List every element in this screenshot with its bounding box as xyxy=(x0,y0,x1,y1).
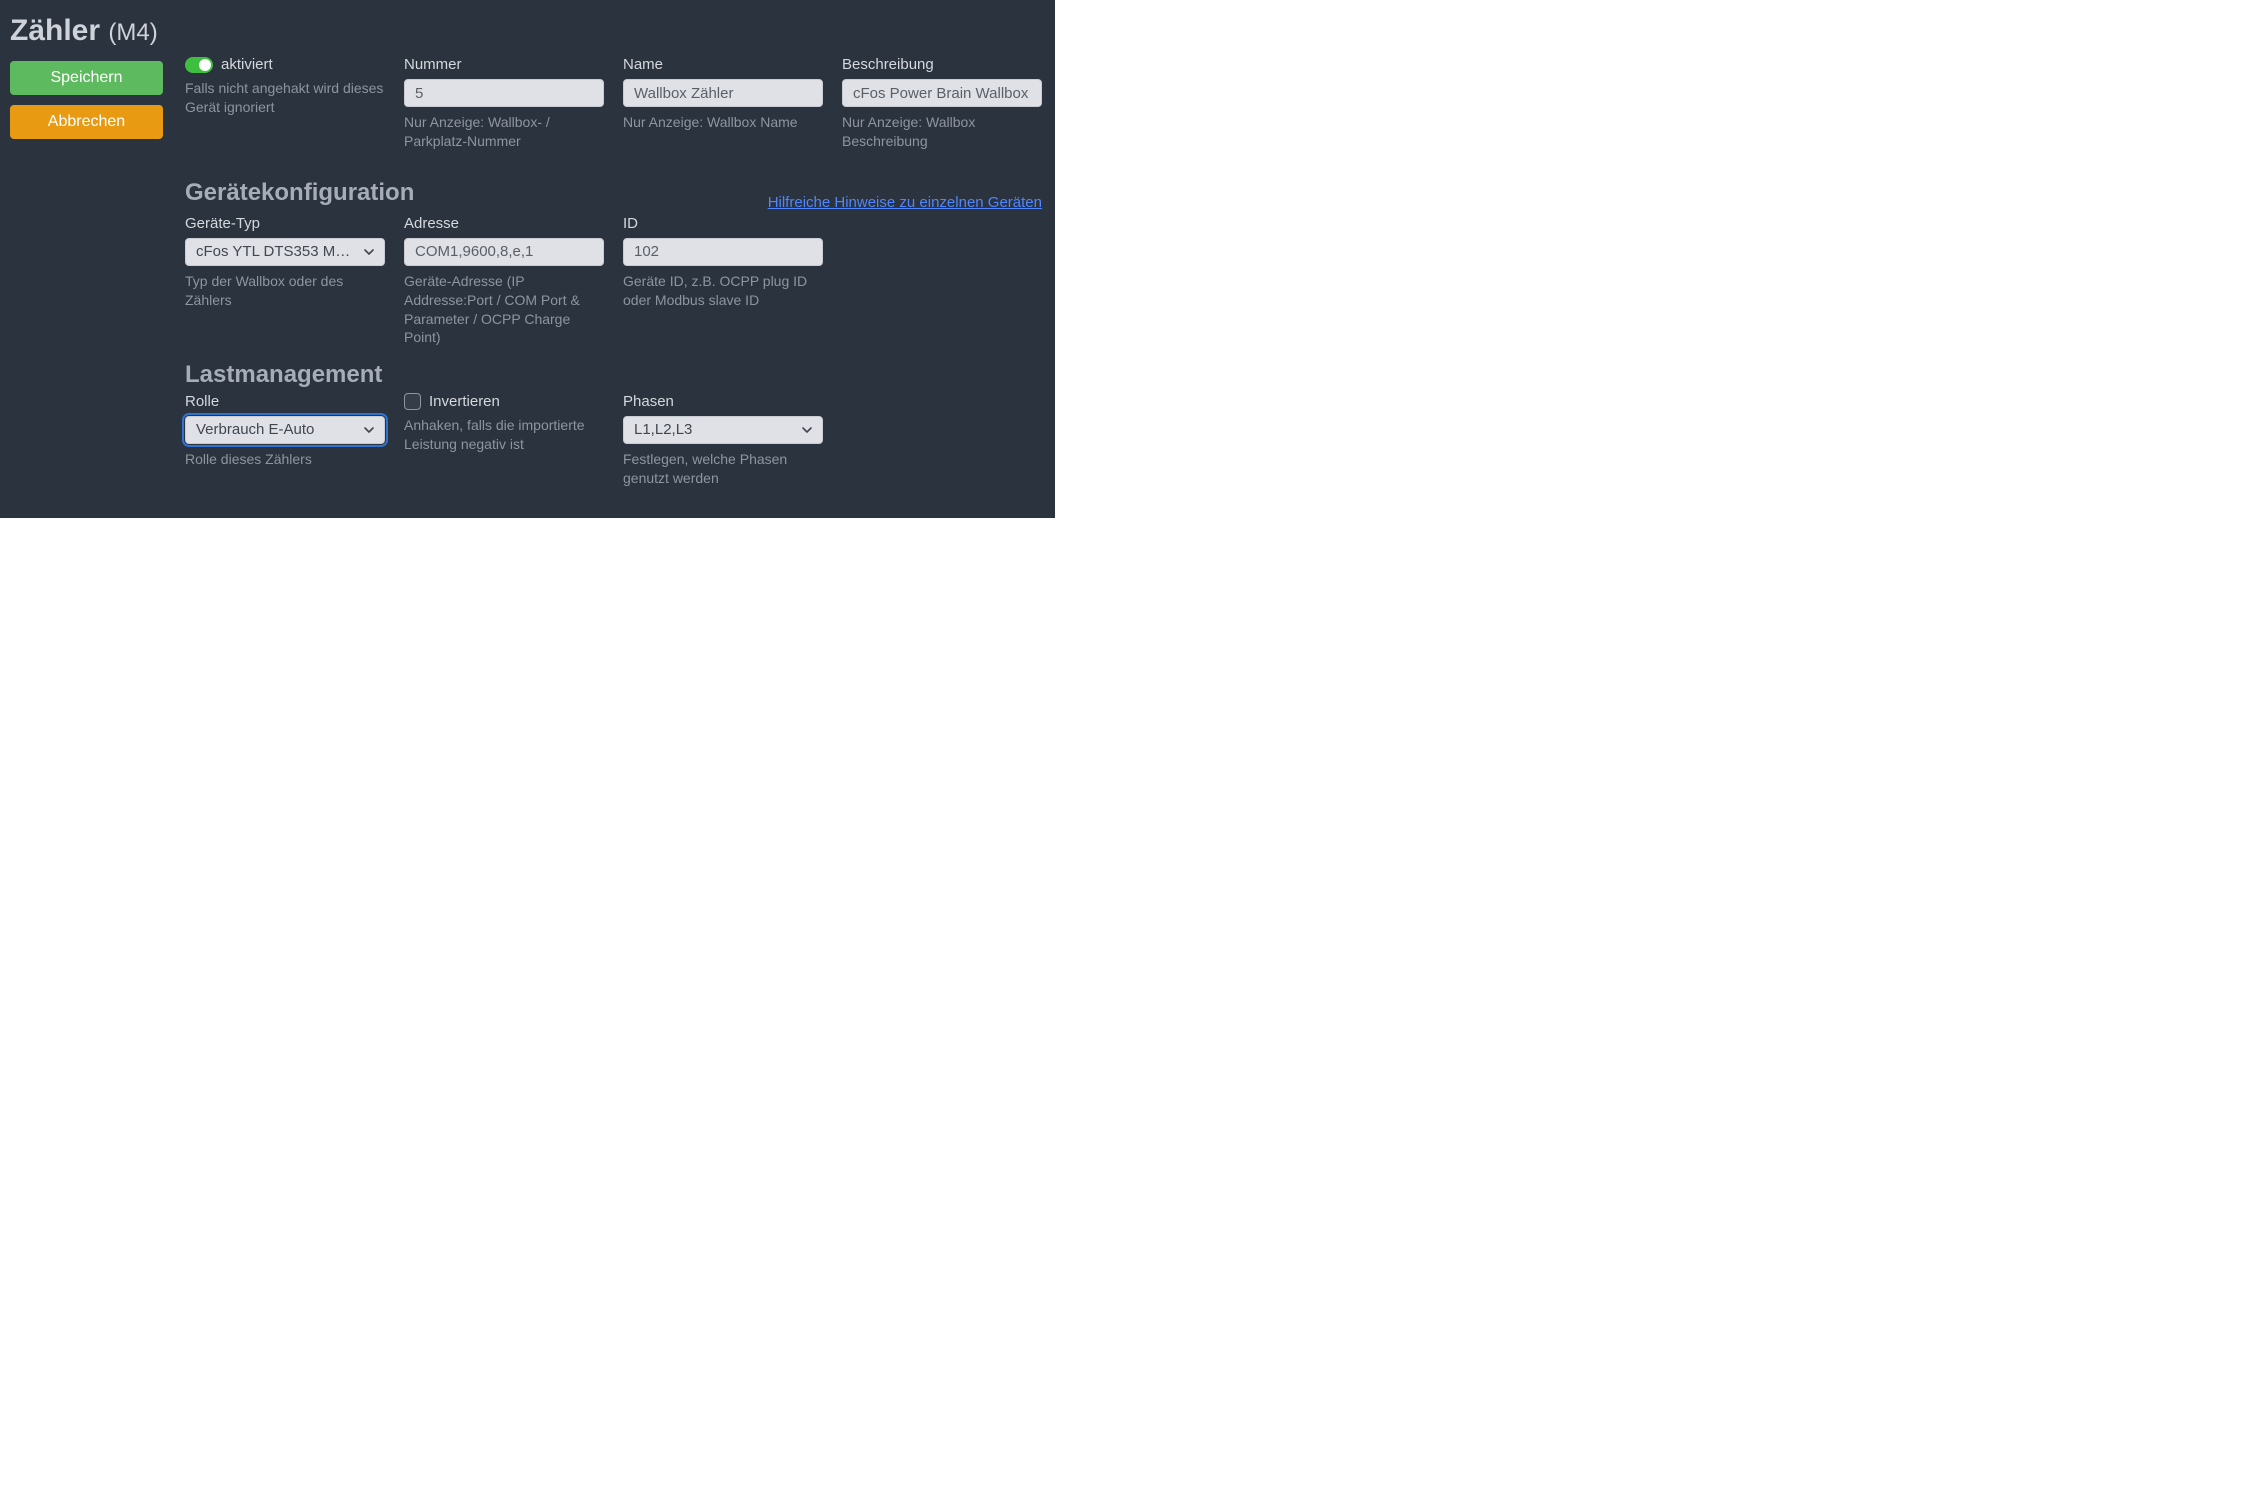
invert-checkbox[interactable] xyxy=(404,393,421,410)
number-input[interactable] xyxy=(404,79,604,107)
invert-label: Invertieren xyxy=(429,393,500,410)
device-id-help: Geräte ID, z.B. OCPP plug ID oder Modbus… xyxy=(623,272,823,310)
role-label: Rolle xyxy=(185,393,385,410)
page-title-tag: (M4) xyxy=(108,19,157,46)
role-help: Rolle dieses Zählers xyxy=(185,450,385,469)
save-button[interactable]: Speichern xyxy=(10,61,163,95)
role-value: Verbrauch E-Auto xyxy=(185,416,385,444)
device-id-label: ID xyxy=(623,215,823,232)
enabled-help: Falls nicht angehakt wird dieses Gerät i… xyxy=(185,79,385,117)
device-type-label: Geräte-Typ xyxy=(185,215,385,232)
device-id-input[interactable] xyxy=(623,238,823,266)
name-input[interactable] xyxy=(623,79,823,107)
address-label: Adresse xyxy=(404,215,604,232)
name-help: Nur Anzeige: Wallbox Name xyxy=(623,113,823,132)
cancel-button[interactable]: Abbrechen xyxy=(10,105,163,139)
role-select[interactable]: Verbrauch E-Auto xyxy=(185,416,385,444)
number-label: Nummer xyxy=(404,56,604,73)
device-hints-link[interactable]: Hilfreiche Hinweise zu einzelnen Geräten xyxy=(768,194,1042,211)
name-label: Name xyxy=(623,56,823,73)
invert-help: Anhaken, falls die importierte Leistung … xyxy=(404,416,604,454)
description-help: Nur Anzeige: Wallbox Beschreibung xyxy=(842,113,1042,151)
page-title-main: Zähler xyxy=(10,14,100,47)
address-input[interactable] xyxy=(404,238,604,266)
enabled-label: aktiviert xyxy=(221,56,273,73)
address-help: Geräte-Adresse (IP Addresse:Port / COM P… xyxy=(404,272,604,348)
phases-label: Phasen xyxy=(623,393,823,410)
phases-help: Festlegen, welche Phasen genutzt werden xyxy=(623,450,823,488)
device-config-heading: Gerätekonfiguration xyxy=(185,179,414,207)
load-mgmt-heading: Lastmanagement xyxy=(185,361,1042,389)
page-title: Zähler (M4) xyxy=(10,14,165,47)
description-input[interactable] xyxy=(842,79,1042,107)
phases-select[interactable]: L1,L2,L3 xyxy=(623,416,823,444)
description-label: Beschreibung xyxy=(842,56,1042,73)
phases-value: L1,L2,L3 xyxy=(623,416,823,444)
device-type-value: cFos YTL DTS353 Modbus xyxy=(185,238,385,266)
number-help: Nur Anzeige: Wallbox- / Parkplatz-Nummer xyxy=(404,113,604,151)
device-type-select[interactable]: cFos YTL DTS353 Modbus xyxy=(185,238,385,266)
device-type-help: Typ der Wallbox oder des Zählers xyxy=(185,272,385,310)
enabled-toggle[interactable] xyxy=(185,57,213,73)
